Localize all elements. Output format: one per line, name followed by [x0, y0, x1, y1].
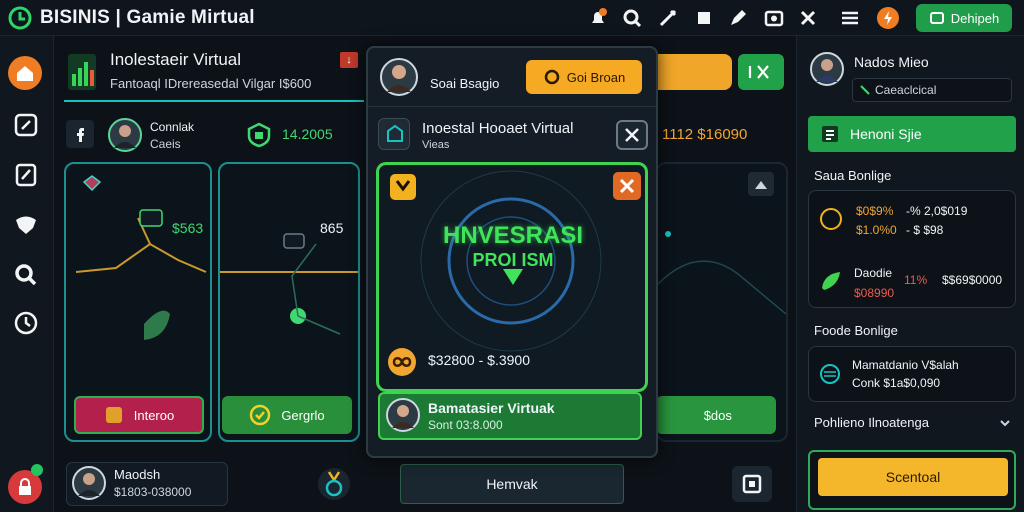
divider: [368, 106, 656, 107]
modal-title: Inoestal Hooaet Virtual: [422, 120, 574, 137]
card-mid-value: 865: [320, 220, 344, 236]
right-search-input[interactable]: Caeaclcical: [852, 78, 1012, 102]
right-green-label: Henoni Sjie: [850, 126, 922, 142]
infinity-icon: [388, 348, 416, 376]
deposit-button[interactable]: Dehipeh: [916, 4, 1012, 32]
chat-icon[interactable]: [11, 210, 41, 240]
wallet-icon: [929, 12, 944, 24]
investment-range: $32800 - $.3900: [428, 352, 530, 368]
document-icon: [822, 126, 838, 142]
row-label: Daodie: [854, 266, 893, 280]
search-icon[interactable]: [11, 260, 41, 290]
investment-subheading: PROI ISM: [472, 250, 554, 270]
logo-icon[interactable]: [8, 6, 32, 30]
bolt-icon[interactable]: [876, 6, 900, 30]
section-heading: Saua Bonlige: [814, 168, 892, 183]
notification-badge: [31, 464, 43, 476]
row-amount: $08990: [854, 286, 895, 300]
avatar: [380, 58, 418, 96]
sidebar-item-home[interactable]: [8, 56, 42, 90]
score-value: 14.2005: [282, 126, 333, 142]
graphic-button[interactable]: Gergrlo: [222, 396, 352, 434]
interest-button[interactable]: Interoo: [74, 396, 204, 434]
chevron-down-icon[interactable]: [998, 416, 1012, 430]
facebook-icon[interactable]: [66, 120, 94, 148]
building-icon: [378, 118, 410, 150]
balance-change: - $ $98: [906, 223, 944, 237]
modal-orange-label: Goi Broan: [566, 69, 626, 85]
right-value: 1112 $16090: [662, 126, 748, 143]
medal-icon[interactable]: [316, 464, 352, 504]
card-left-value: $563: [172, 220, 204, 236]
main-action-button[interactable]: Hemvak: [400, 464, 624, 504]
home-icon: [17, 66, 33, 81]
close-green-button[interactable]: [738, 54, 784, 90]
balance-value: $1.0%0: [856, 223, 897, 237]
close-icon: [625, 128, 639, 142]
chart-logo-icon: [66, 52, 98, 92]
panel-subtitle: Fantoaql IDrereasedal Vilgar I$600: [110, 76, 312, 91]
lightning-icon[interactable]: [390, 174, 416, 200]
right-user-name: Nados Mieo: [854, 54, 929, 70]
close-icon: [748, 65, 769, 79]
balance-change: -% 2,0$019: [906, 204, 968, 218]
leaf-icon: [818, 268, 844, 294]
modal-subtitle: Vieas: [422, 139, 450, 151]
clock-icon[interactable]: [11, 308, 41, 338]
camera-icon[interactable]: [762, 6, 786, 30]
expand-icon[interactable]: [748, 172, 774, 196]
bottom-user-amount: $1803-038000: [114, 485, 192, 499]
section-heading[interactable]: Pohlieno Ilnoatenga: [814, 415, 929, 430]
edit-icon[interactable]: [11, 110, 41, 140]
panel-title: Inolestaeir Virtual: [110, 50, 242, 69]
gem-icon: [82, 175, 102, 192]
modal-row-name: Bamatasier Virtuak: [428, 400, 555, 416]
info-sub: Conk $1a$0,090: [852, 376, 941, 390]
modal-row-sub: Sont 03:8.000: [428, 418, 503, 432]
tools-icon[interactable]: [656, 6, 680, 30]
note-icon[interactable]: [11, 160, 41, 190]
download-icon[interactable]: ↓: [340, 52, 358, 68]
modal-close-button[interactable]: [616, 120, 648, 150]
network-icon: [818, 362, 842, 386]
info-title: Mamatdanio V$alah: [852, 358, 959, 372]
refresh-icon: [544, 69, 559, 85]
coin-icon: [820, 208, 842, 230]
menu-icon[interactable]: [838, 6, 862, 30]
investment-heading: HNVESRASI: [442, 222, 584, 249]
search-icon: [858, 83, 872, 97]
amount-button[interactable]: $dos: [656, 396, 776, 434]
deposit-label: Dehipeh: [950, 10, 1000, 26]
contact-label: Connlak: [150, 120, 195, 134]
row-percent: 11%: [904, 273, 928, 287]
check-icon: [250, 404, 271, 426]
avatar[interactable]: [108, 118, 142, 152]
section-heading: Foode Bonlige: [814, 323, 898, 338]
balance-value: $0$9%: [856, 204, 894, 218]
right-green-button[interactable]: Henoni Sjie: [808, 116, 1016, 152]
interest-label: Interoo: [133, 407, 175, 423]
coin-icon: [105, 407, 122, 423]
pen-icon[interactable]: [726, 6, 750, 30]
frame-icon[interactable]: [732, 466, 772, 502]
contact-sub: Caeis: [150, 137, 181, 151]
search-icon[interactable]: [620, 6, 644, 30]
flag-icon[interactable]: [692, 6, 716, 30]
modal-user-name: Soai Bsagio: [430, 76, 500, 91]
avatar: [386, 398, 420, 432]
notification-icon[interactable]: [586, 6, 610, 30]
close-icon: [619, 178, 635, 194]
app-title: BISINIS | Gamie Mirtual: [40, 7, 255, 28]
modal-orange-button[interactable]: Goi Broan: [526, 60, 642, 94]
graphic-label: Gergrlo: [281, 407, 325, 423]
card-close-button[interactable]: [613, 172, 641, 200]
shield-icon: [246, 122, 272, 148]
avatar: [72, 466, 106, 500]
bottom-user-name: Maodsh: [114, 467, 161, 482]
avatar[interactable]: [810, 52, 844, 86]
row-amount: $$69$0000: [942, 273, 1003, 287]
close-icon[interactable]: [796, 6, 820, 30]
yellow-action-button[interactable]: Scentoal: [818, 458, 1008, 496]
